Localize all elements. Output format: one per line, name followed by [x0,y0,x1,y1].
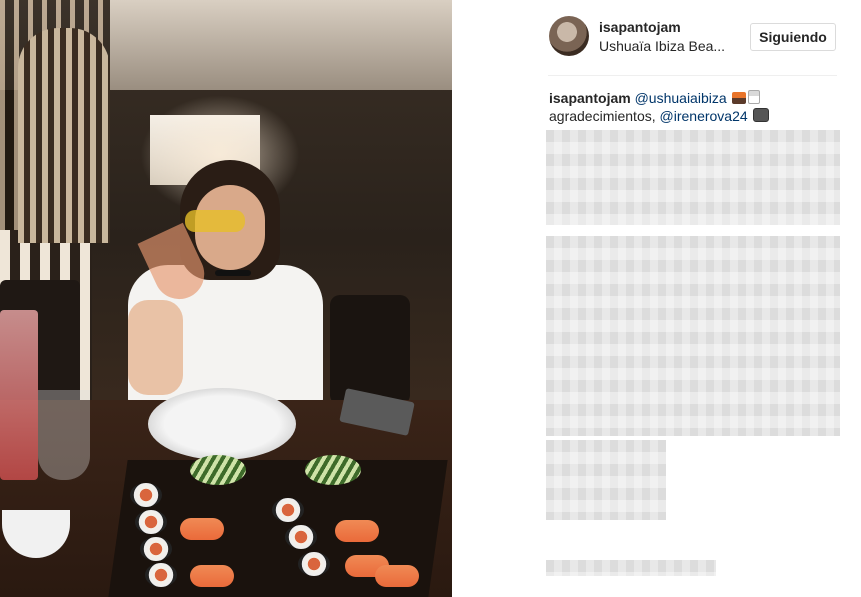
cucumber-garnish [305,455,361,485]
pixelated-text-block [546,236,840,436]
divider [548,75,837,76]
pixelated-text-block [546,130,840,225]
sunglasses [185,210,245,232]
water-glass [38,390,90,480]
post-caption: isapantojam @ushuaiaibiza agradecimiento… [549,89,849,125]
choker [215,270,251,276]
mention-link[interactable]: @irenerova24 [660,108,748,124]
sushi-roll [135,510,167,534]
caption-username[interactable]: isapantojam [549,90,631,106]
cucumber-garnish [190,455,246,485]
nigiri [375,565,419,587]
post-location[interactable]: Ushuaïa Ibiza Bea... [599,38,739,54]
cocktail-icon [747,90,760,104]
nigiri [180,518,224,540]
sushi-roll [140,537,172,561]
nigiri [190,565,234,587]
camera-icon [752,108,769,122]
pixelated-text-block [546,560,716,576]
following-button[interactable]: Siguiendo [750,23,836,51]
person-arm [128,300,183,395]
chair [330,295,410,405]
sushi-roll [130,483,162,507]
sunset-icon [731,92,746,104]
sushi-roll [285,525,317,549]
sushi-roll [272,498,304,522]
pixelated-text-block [546,440,666,520]
nigiri [335,520,379,542]
mention-link[interactable]: @ushuaiaibiza [635,90,727,106]
sushi-roll [298,552,330,576]
plate [148,388,296,460]
post-photo[interactable] [0,0,452,597]
striped-pillar [18,28,110,243]
caption-text: agradecimientos, [549,108,656,124]
avatar[interactable] [549,16,589,56]
drink-glass [0,310,38,480]
sushi-roll [145,563,177,587]
post-username[interactable]: isapantojam [599,19,681,35]
